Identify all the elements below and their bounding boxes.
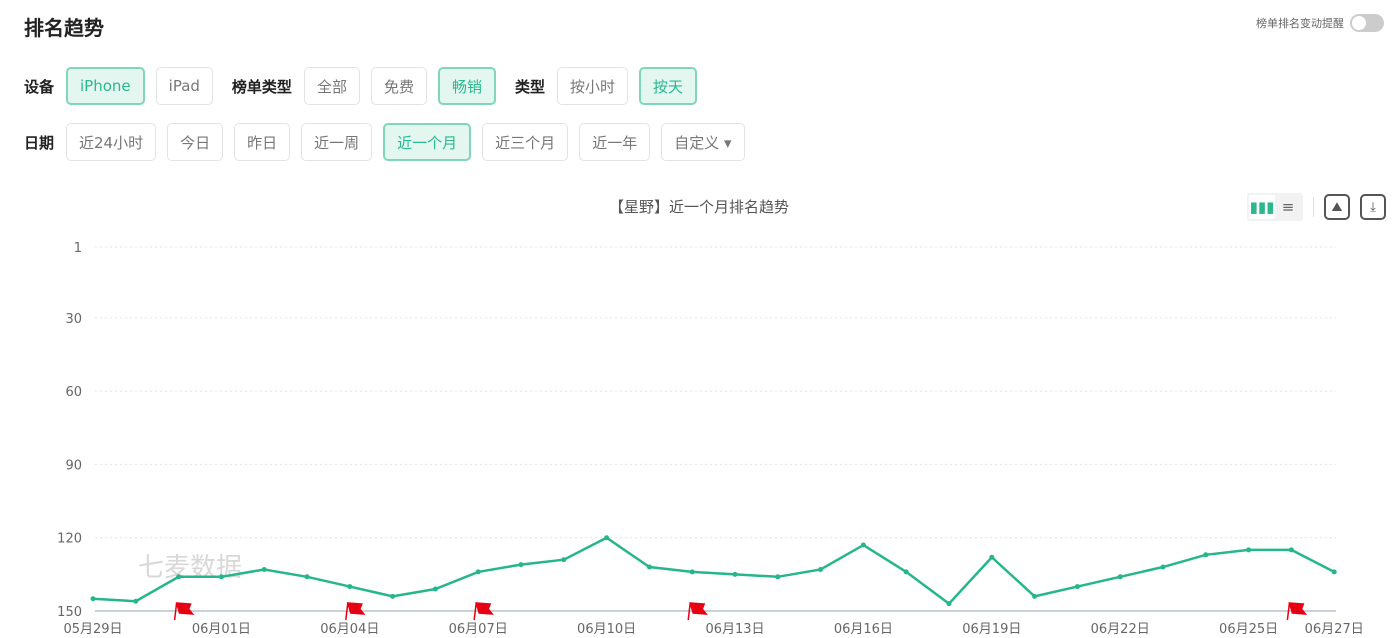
data-point [1331, 569, 1337, 575]
x-tick-label: 06月19日 [962, 622, 1021, 637]
y-tick-label: 150 [57, 605, 82, 620]
x-tick-label: 06月25日 [1219, 622, 1278, 637]
data-point [818, 566, 824, 572]
data-point [604, 535, 610, 541]
data-point [989, 554, 995, 560]
data-point [518, 562, 524, 568]
data-point [646, 564, 652, 570]
data-point [432, 586, 438, 592]
data-point [390, 593, 396, 599]
data-point [304, 574, 310, 580]
watermark: 七麦数据 [138, 553, 242, 583]
x-tick-label: 06月01日 [192, 622, 251, 637]
x-tick-label: 05月29日 [63, 622, 122, 637]
data-point [1203, 552, 1209, 558]
data-point [347, 584, 353, 590]
x-tick-label: 06月16日 [834, 622, 893, 637]
data-point [561, 557, 567, 563]
x-tick-label: 06月22日 [1091, 622, 1150, 637]
x-tick-label: 06月10日 [577, 622, 636, 637]
y-tick-label: 60 [65, 385, 82, 400]
data-point [1288, 547, 1294, 553]
data-point [903, 569, 909, 575]
x-tick-label: 06月13日 [705, 622, 764, 637]
series-line [92, 536, 1335, 606]
data-point [475, 569, 481, 575]
data-point [218, 574, 224, 580]
x-tick-label: 06月07日 [449, 622, 508, 637]
data-point [775, 574, 781, 580]
y-tick-label: 30 [65, 312, 82, 327]
data-point [1246, 547, 1252, 553]
data-point [732, 571, 738, 577]
data-point [1117, 574, 1123, 580]
y-tick-label: 120 [57, 532, 82, 547]
data-point [1160, 564, 1166, 570]
data-point [261, 566, 267, 572]
y-tick-label: 90 [65, 458, 82, 473]
x-tick-label: 06月04日 [320, 622, 379, 637]
data-point [1032, 593, 1038, 599]
data-point [176, 574, 182, 580]
data-point [946, 601, 952, 607]
data-point [860, 542, 866, 548]
x-tick-label: 06月27日 [1305, 622, 1364, 637]
data-point [1074, 584, 1080, 590]
rank-chart: 1 30 60 90 120 150 七麦数据 05月29日 06月01日 06月04日 06月07… [57, 241, 1364, 637]
data-point [133, 598, 139, 604]
data-point [689, 569, 695, 575]
y-tick-label: 1 [74, 241, 82, 256]
data-point [90, 596, 96, 602]
